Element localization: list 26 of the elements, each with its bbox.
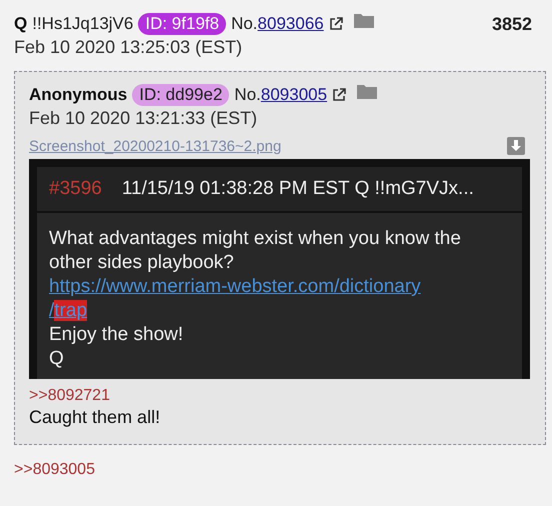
- id-badge: ID: dd99e2: [132, 84, 230, 106]
- post-date: Feb 10 2020 13:21:33 (EST): [29, 108, 258, 129]
- poster-name: Q: [14, 14, 28, 34]
- message-text: Caught them all!: [29, 407, 162, 428]
- tripcode: !!Hs1Jq13jV6: [32, 14, 134, 34]
- url-link[interactable]: https://www.merriam-webster.com/dictionary /trap: [49, 275, 482, 323]
- poster-name: Anonymous: [29, 85, 128, 105]
- post-number-link[interactable]: 8093066: [258, 14, 324, 34]
- post-header-text: 11/15/19 01:38:28 PM EST Q !!mG7VJx...: [122, 178, 474, 200]
- post-text: What advantages might exist when you know the other sides playbook?: [49, 227, 462, 275]
- post-number-label: No.: [234, 85, 261, 105]
- post-text: Enjoy the show!: [49, 323, 184, 347]
- post-number: #3596: [49, 178, 102, 200]
- post-count: 3852: [492, 14, 532, 34]
- post-number-link[interactable]: 8093005: [260, 85, 328, 105]
- external-link-icon[interactable]: [332, 88, 346, 102]
- id-badge: ID: 9f19f8: [138, 13, 226, 35]
- reply-link[interactable]: >>8093005: [14, 461, 546, 479]
- folder-icon[interactable]: [354, 12, 374, 28]
- download-icon[interactable]: [507, 137, 525, 155]
- folder-icon[interactable]: [357, 83, 378, 99]
- post-text: Q: [49, 347, 65, 371]
- post-number-label: No.: [231, 14, 258, 34]
- post-date: Feb 10 2020 13:25:03 (EST): [14, 37, 244, 58]
- reply-link[interactable]: >>8092721: [29, 387, 531, 405]
- external-link-icon[interactable]: [328, 17, 343, 31]
